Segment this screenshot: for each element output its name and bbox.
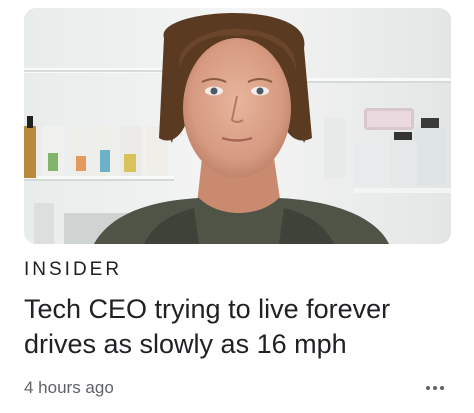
more-horizontal-icon: [425, 386, 446, 390]
thumbnail-photo: [24, 8, 451, 244]
article-thumbnail[interactable]: [24, 8, 451, 244]
article-timestamp: 4 hours ago: [24, 378, 114, 397]
more-options-button[interactable]: [420, 376, 450, 400]
article-headline[interactable]: Tech CEO trying to live forever drives a…: [24, 292, 464, 362]
publisher-name: INSIDER: [24, 259, 123, 280]
news-card[interactable]: INSIDER Tech CEO trying to live forever …: [0, 0, 474, 413]
